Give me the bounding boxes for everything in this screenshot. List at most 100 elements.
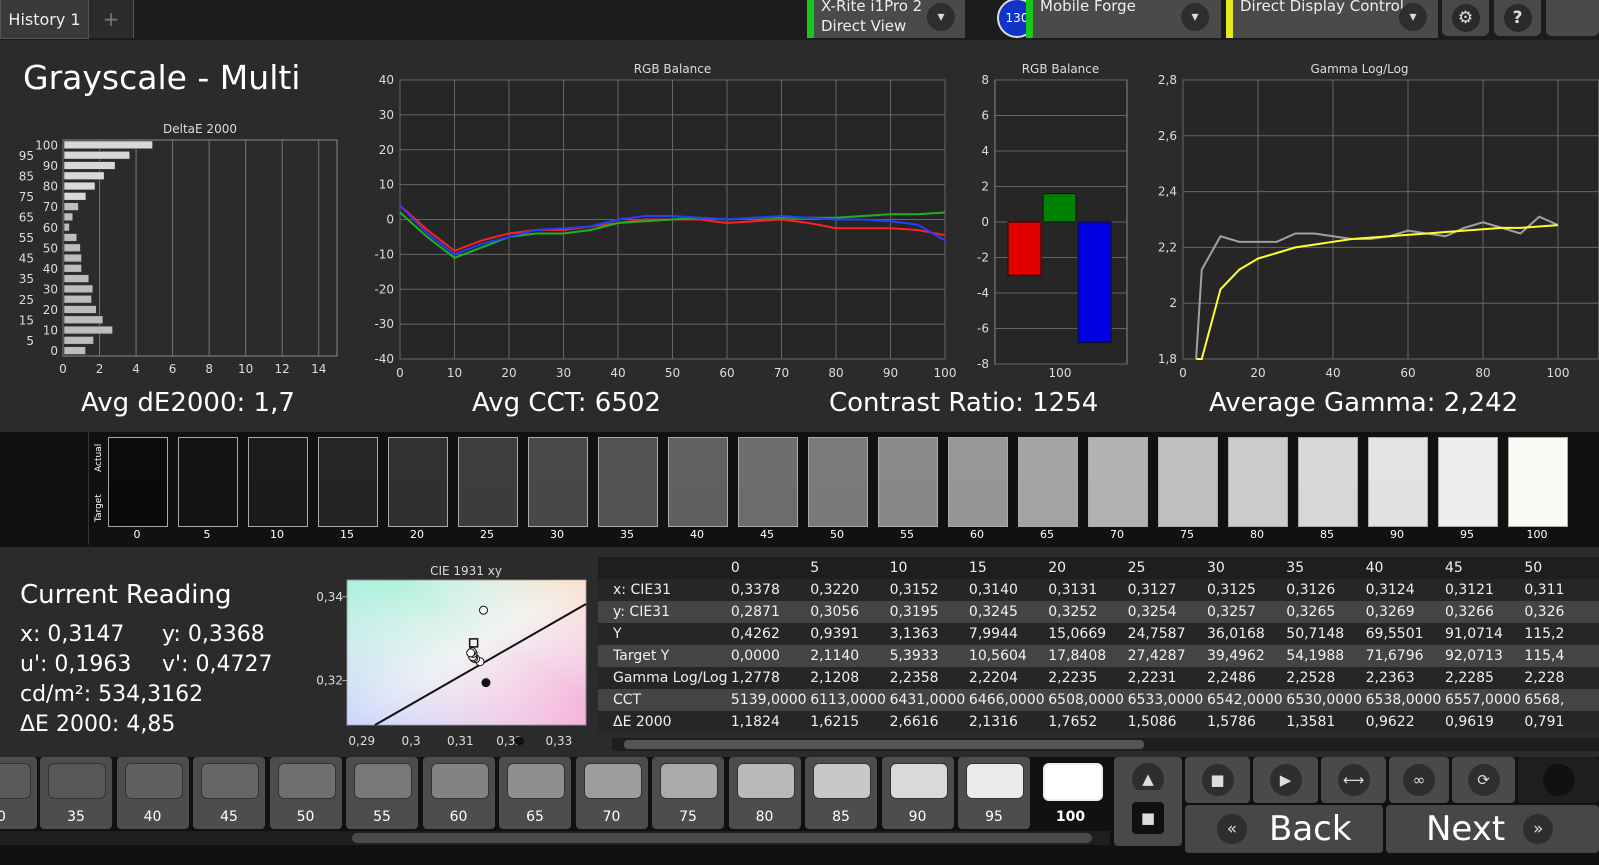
swatch-label: 5 <box>203 528 211 541</box>
swatch-15[interactable] <box>318 437 378 527</box>
more-button[interactable] <box>1546 0 1599 36</box>
footer-swatch-70[interactable]: 70 <box>575 757 648 829</box>
swatch-40[interactable] <box>668 437 728 527</box>
footer-swatch-80[interactable]: 80 <box>728 757 801 829</box>
table-scroll-thumb[interactable] <box>624 740 1144 749</box>
swatch-60[interactable] <box>948 437 1008 527</box>
footer-swatch-0[interactable]: 0 <box>0 757 37 829</box>
swatch-25[interactable] <box>458 437 518 527</box>
deltae-bar <box>63 192 87 201</box>
swatch-scroll-thumb[interactable] <box>352 833 1092 843</box>
y-tick-label: 5 <box>26 334 34 348</box>
swatch-chip <box>660 763 718 799</box>
row-label: x: CIE31 <box>598 579 729 601</box>
play-button[interactable]: ▶ <box>1253 757 1318 803</box>
x-tick-label: 10 <box>238 362 253 376</box>
table-cell: 1,1824 <box>728 711 809 733</box>
cie-xy-chart: 0,29 0,3 0,31 0,32 0,330,340,32 <box>316 579 587 748</box>
footer-swatch-90[interactable]: 90 <box>881 757 954 829</box>
chevron-down-icon[interactable]: ▾ <box>1181 3 1209 31</box>
column-header[interactable]: 10 <box>887 557 967 579</box>
loop-button[interactable]: ∞ <box>1389 757 1449 803</box>
settings-button[interactable]: ⚙ <box>1442 0 1489 36</box>
swatch-95[interactable] <box>1438 437 1498 527</box>
swatch-chip <box>430 763 489 799</box>
add-tab-button[interactable]: + <box>89 0 134 38</box>
next-button[interactable]: Next » <box>1386 805 1599 853</box>
swatch-70[interactable] <box>1088 437 1148 527</box>
chevron-right-icon: » <box>1523 814 1554 844</box>
x-tick-label: 30 <box>556 366 571 380</box>
swatch-10[interactable] <box>248 437 308 527</box>
table-cell: 1,3581 <box>1284 711 1364 733</box>
swatch-75[interactable] <box>1158 437 1218 527</box>
table-cell: 0,3126 <box>1284 579 1364 601</box>
column-header[interactable]: 15 <box>966 557 1047 579</box>
target-color <box>529 482 587 526</box>
table-cell: 0,2871 <box>728 601 809 623</box>
stop-square-button[interactable]: ■ <box>1114 790 1182 846</box>
tab-history-1[interactable]: History 1 <box>0 0 89 39</box>
footer-swatch-35[interactable]: 35 <box>40 757 112 829</box>
y-tick-label: 90 <box>43 159 58 173</box>
footer-swatch-95[interactable]: 95 <box>958 757 1030 829</box>
footer-swatch-65[interactable]: 65 <box>499 757 571 829</box>
swatch-20[interactable] <box>388 437 448 527</box>
pattern-generator-selector[interactable]: Mobile Forge ▾ <box>1026 0 1221 38</box>
swatch-55[interactable] <box>878 437 938 527</box>
footer-swatch-40[interactable]: 40 <box>116 757 189 829</box>
column-header[interactable]: 45 <box>1442 557 1523 579</box>
deltae-bar <box>63 181 96 191</box>
column-header[interactable]: 20 <box>1046 557 1126 579</box>
table-cell: 0,3056 <box>808 601 888 623</box>
column-header[interactable]: 5 <box>808 557 888 579</box>
table-cell: 7,9944 <box>966 623 1047 645</box>
swatch-85[interactable] <box>1298 437 1358 527</box>
table-cell: 0,3131 <box>1046 579 1126 601</box>
footer-swatch-55[interactable]: 55 <box>346 757 418 829</box>
footer-swatch-75[interactable]: 75 <box>652 757 724 829</box>
footer-swatch-50[interactable]: 50 <box>269 757 342 829</box>
chevron-down-icon[interactable]: ▾ <box>927 3 955 31</box>
swatch-0[interactable] <box>108 437 168 527</box>
target-color <box>669 482 727 526</box>
swatch-80[interactable] <box>1228 437 1288 527</box>
swatch-5[interactable] <box>178 437 238 527</box>
reading-y: y: 0,3368 <box>162 622 265 647</box>
footer-swatch-60[interactable]: 60 <box>422 757 495 829</box>
footer-swatch-45[interactable]: 45 <box>193 757 265 829</box>
stop-button[interactable]: ■ <box>1185 757 1250 803</box>
footer-swatch-85[interactable]: 85 <box>805 757 877 829</box>
refresh-button[interactable]: ⟳ <box>1452 757 1515 803</box>
y-tick-label: 40 <box>379 73 394 87</box>
table-cell: 0,3378 <box>728 579 809 601</box>
actual-color <box>1089 438 1147 482</box>
swatch-90[interactable] <box>1368 437 1428 527</box>
display-selector[interactable]: Direct Display Control ▾ <box>1226 0 1438 38</box>
record-button[interactable] <box>1518 757 1599 803</box>
fit-button[interactable]: ⟷ <box>1321 757 1386 803</box>
meter-selector[interactable]: X-Rite i1Pro 2 Direct View ▾ <box>807 0 965 38</box>
chevron-down-icon[interactable]: ▾ <box>1399 3 1427 31</box>
footer-swatch-100[interactable]: 100 <box>1034 757 1107 829</box>
column-header[interactable]: 0 <box>728 557 809 579</box>
swatch-100[interactable] <box>1508 437 1568 527</box>
column-header[interactable]: 30 <box>1204 557 1285 579</box>
column-header[interactable]: 25 <box>1125 557 1205 579</box>
column-header[interactable]: 35 <box>1284 557 1364 579</box>
swatch-30[interactable] <box>528 437 588 527</box>
swatch-65[interactable] <box>1018 437 1078 527</box>
gamma-chart: 2,8 2,6 2,4 2,2 2 1,80 20 40 60 80 100 <box>1158 73 1599 380</box>
measurement-point <box>481 678 491 688</box>
swatch-50[interactable] <box>808 437 868 527</box>
table-cell: 2,2231 <box>1125 667 1205 689</box>
target-color <box>739 482 797 526</box>
table-scrollbar[interactable] <box>612 738 1599 751</box>
swatch-scrollbar[interactable] <box>0 831 1110 845</box>
swatch-35[interactable] <box>598 437 658 527</box>
swatch-45[interactable] <box>738 437 798 527</box>
column-header[interactable]: 50 <box>1522 557 1599 579</box>
column-header[interactable]: 40 <box>1363 557 1443 579</box>
back-button[interactable]: « Back <box>1185 805 1383 853</box>
help-button[interactable]: ? <box>1494 0 1541 36</box>
